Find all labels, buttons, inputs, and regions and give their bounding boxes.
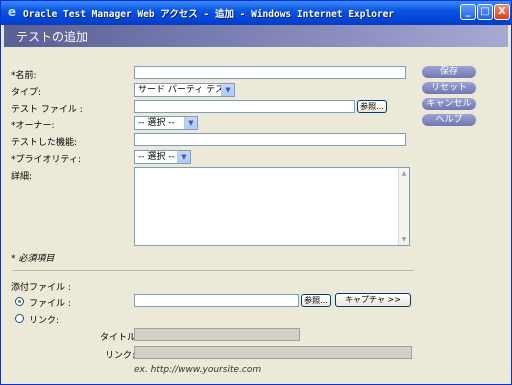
link-option-label: リンク: xyxy=(29,316,60,326)
cancel-button[interactable]: キャンセル xyxy=(422,98,476,110)
chevron-down-icon[interactable]: ▼ xyxy=(221,84,234,96)
details-label: 詳細: xyxy=(11,172,33,182)
chevron-down-icon[interactable]: ▼ xyxy=(177,151,190,163)
test-file-label: テスト ファイル : xyxy=(11,105,83,115)
owner-label: *オーナー: xyxy=(11,121,55,131)
help-button[interactable]: ヘルプ xyxy=(422,114,476,126)
test-file-browse-button[interactable]: 参照... xyxy=(357,100,387,113)
type-select-value: サード パーティ テスト xyxy=(138,85,234,95)
test-file-input[interactable] xyxy=(134,100,355,113)
priority-label: *プライオリティ: xyxy=(11,155,81,165)
owner-select[interactable]: -- 選択 -- ▼ xyxy=(134,116,198,130)
required-note: * 必須項目 xyxy=(11,254,55,264)
link-title-input[interactable] xyxy=(134,328,300,341)
priority-select[interactable]: -- 選択 -- ▼ xyxy=(134,150,191,164)
scroll-up-icon[interactable]: ▲ xyxy=(400,169,408,178)
window-title: Oracle Test Manager Web アクセス - 追加 - Wind… xyxy=(23,9,395,20)
link-example: ex. http://www.yoursite.com xyxy=(134,365,262,375)
page-title: テストの追加 xyxy=(16,30,89,44)
attachment-browse-button[interactable]: 参照... xyxy=(301,294,331,307)
title-bar: e Oracle Test Manager Web アクセス - 追加 - Wi… xyxy=(1,1,511,25)
scroll-down-icon[interactable]: ▼ xyxy=(400,235,408,244)
close-button[interactable]: X xyxy=(494,4,510,20)
reset-button[interactable]: リセット xyxy=(422,82,476,94)
details-scrollbar[interactable]: ▲ ▼ xyxy=(398,168,409,245)
section-divider xyxy=(12,270,414,271)
tested-feature-label: テストした機能: xyxy=(11,138,78,148)
name-label: *名前: xyxy=(11,71,37,81)
link-url-input[interactable] xyxy=(134,346,412,359)
attachment-label: 添付ファイル : xyxy=(11,283,71,293)
attachment-file-input[interactable] xyxy=(134,294,299,307)
chevron-down-icon[interactable]: ▼ xyxy=(184,117,197,129)
details-textarea[interactable]: ▲ ▼ xyxy=(134,167,410,246)
ie-window: e Oracle Test Manager Web アクセス - 追加 - Wi… xyxy=(0,0,512,385)
internet-explorer-icon: e xyxy=(7,5,17,19)
priority-select-value: -- 選択 -- xyxy=(138,152,175,162)
link-radio[interactable] xyxy=(15,314,24,323)
maximize-button[interactable]: □ xyxy=(477,4,493,20)
file-option-label: ファイル : xyxy=(29,299,71,309)
page-header: テストの追加 xyxy=(4,25,508,47)
minimize-button[interactable]: _ xyxy=(460,4,476,20)
type-label: タイプ: xyxy=(11,88,42,98)
link-url-label: リンク: xyxy=(105,351,136,361)
name-input[interactable] xyxy=(134,66,406,79)
tested-feature-input[interactable] xyxy=(134,133,406,146)
file-radio[interactable] xyxy=(15,297,24,306)
type-select[interactable]: サード パーティ テスト ▼ xyxy=(134,83,235,97)
dialog-body: テストの追加 *名前: タイプ: サード パーティ テスト ▼ テスト ファイル… xyxy=(4,25,508,383)
save-button[interactable]: 保存 xyxy=(422,66,476,78)
capture-button[interactable]: キャプチャ >> xyxy=(335,293,411,307)
owner-select-value: -- 選択 -- xyxy=(138,118,175,128)
